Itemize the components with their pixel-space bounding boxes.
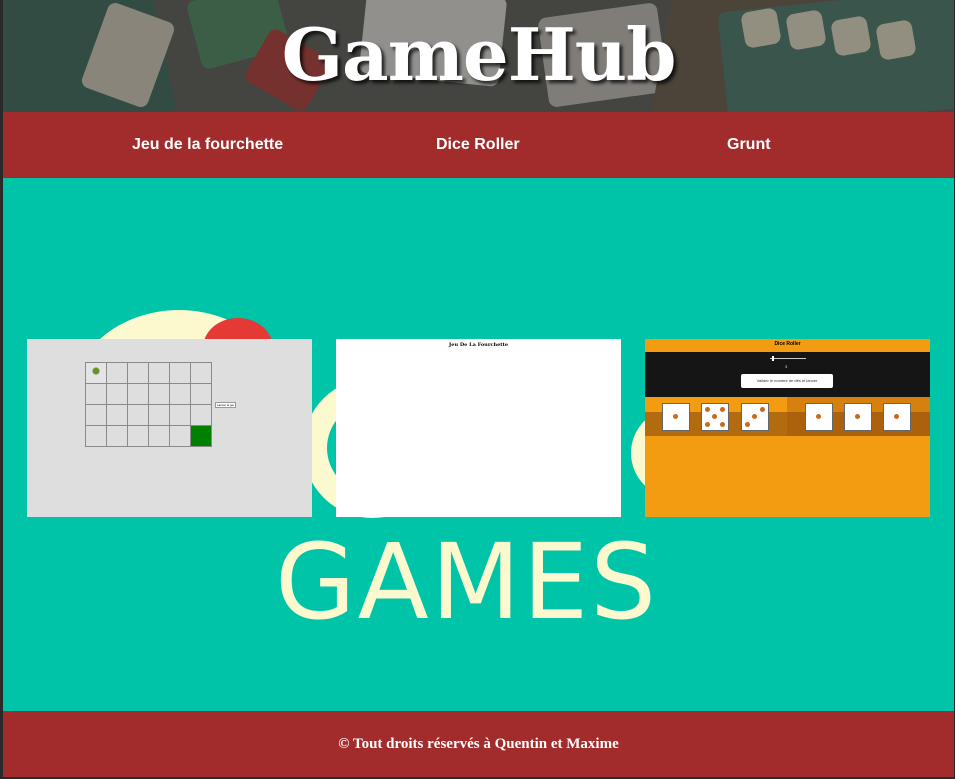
die-icon <box>701 403 729 431</box>
game-card-dice-roller-preview[interactable]: Dice Roller 3 Valider le nombre de dés e… <box>645 339 930 517</box>
header-banner: GameHub <box>3 0 954 112</box>
preview-title: Jeu De La Fourchette <box>448 342 509 348</box>
page-frame: GameHub Jeu de la fourchette Dice Roller… <box>3 0 954 777</box>
site-footer: © Tout droits réservés à Quentin et Maxi… <box>3 711 954 777</box>
preview-slider-track <box>770 358 806 359</box>
game-board <box>85 362 212 447</box>
die-icon <box>805 403 833 431</box>
preview-slider-knob <box>772 356 774 361</box>
game-card-grid-preview[interactable]: Lancer le jeu <box>27 339 312 517</box>
preview-slider-value: 3 <box>785 364 788 369</box>
die-icon <box>844 403 872 431</box>
preview-title: Dice Roller <box>774 341 801 347</box>
die-icon <box>662 403 690 431</box>
pawn-icon <box>86 363 107 384</box>
nav-link-dice-roller[interactable]: Dice Roller <box>436 112 520 178</box>
site-title: GameHub <box>281 12 677 97</box>
preview-validate-button: Valider le nombre de dés et lancer <box>741 374 833 388</box>
background-games-word: GAMES <box>275 521 659 643</box>
nav-link-jeu-de-la-fourchette[interactable]: Jeu de la fourchette <box>132 112 283 178</box>
game-card-fourchette-preview[interactable]: Jeu De La Fourchette <box>336 339 621 517</box>
nav-link-grunt[interactable]: Grunt <box>727 112 771 178</box>
die-icon <box>741 403 769 431</box>
main-nav: Jeu de la fourchette Dice Roller Grunt <box>3 112 954 178</box>
preview-button: Lancer le jeu <box>215 402 237 408</box>
main-content: GAMES Lancer le jeu Jeu De La Fourchette… <box>3 178 954 711</box>
goal-cell <box>191 426 212 447</box>
die-icon <box>883 403 911 431</box>
